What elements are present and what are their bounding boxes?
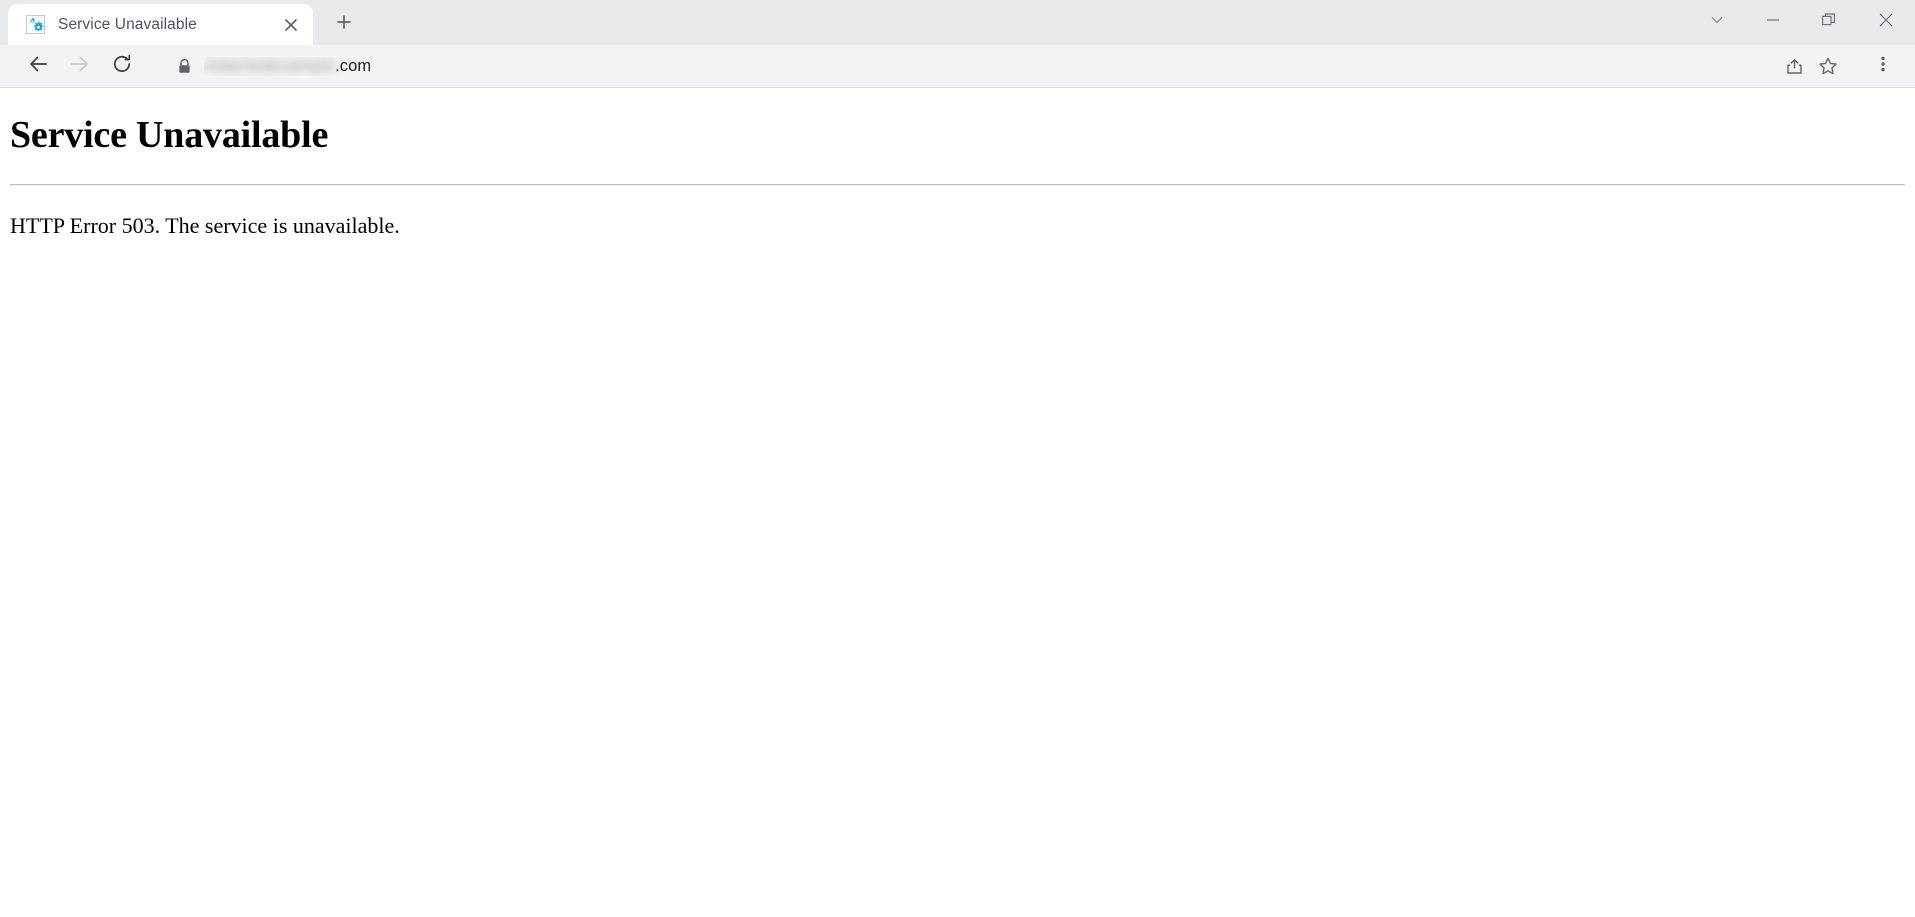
lock-icon[interactable] xyxy=(174,56,194,76)
tab-search-button[interactable] xyxy=(1689,0,1745,45)
error-message: HTTP Error 503. The service is unavailab… xyxy=(10,212,400,238)
bookmark-star-icon[interactable] xyxy=(1811,49,1845,83)
plus-icon xyxy=(336,14,352,35)
url-tld: .com xyxy=(335,56,372,75)
url-redacted-domain: redactedexample xyxy=(204,56,336,75)
page-title: Service Unavailable xyxy=(10,114,329,156)
back-button[interactable] xyxy=(18,46,58,86)
tab-title: Service Unavailable xyxy=(58,15,197,33)
close-window-button[interactable] xyxy=(1857,0,1915,45)
browser-tab-active[interactable]: Service Unavailable xyxy=(8,4,313,45)
close-icon xyxy=(1878,12,1894,33)
page-content: Service Unavailable HTTP Error 503. The … xyxy=(0,88,1915,916)
browser-toolbar: redactedexample .com xyxy=(0,45,1915,88)
address-bar-url: redactedexample .com xyxy=(204,57,1777,76)
iis-gears-icon xyxy=(26,15,45,34)
minimize-icon xyxy=(1765,12,1781,33)
arrow-right-icon xyxy=(69,53,91,80)
share-icon[interactable] xyxy=(1777,49,1811,83)
tab-close-icon[interactable] xyxy=(279,13,303,37)
three-dots-icon xyxy=(1874,55,1892,78)
window-controls xyxy=(1689,0,1915,45)
reload-icon xyxy=(111,53,133,80)
tab-strip: Service Unavailable xyxy=(0,0,1915,45)
address-bar[interactable]: redactedexample .com xyxy=(158,49,1851,83)
reload-button[interactable] xyxy=(102,46,142,86)
new-tab-button[interactable] xyxy=(327,7,361,41)
minimize-button[interactable] xyxy=(1745,0,1801,45)
chrome-menu-button[interactable] xyxy=(1863,46,1903,86)
restore-icon xyxy=(1821,12,1837,33)
chevron-down-icon xyxy=(1709,12,1725,33)
maximize-button[interactable] xyxy=(1801,0,1857,45)
forward-button[interactable] xyxy=(60,46,100,86)
horizontal-divider xyxy=(10,183,1905,186)
arrow-left-icon xyxy=(27,53,49,80)
